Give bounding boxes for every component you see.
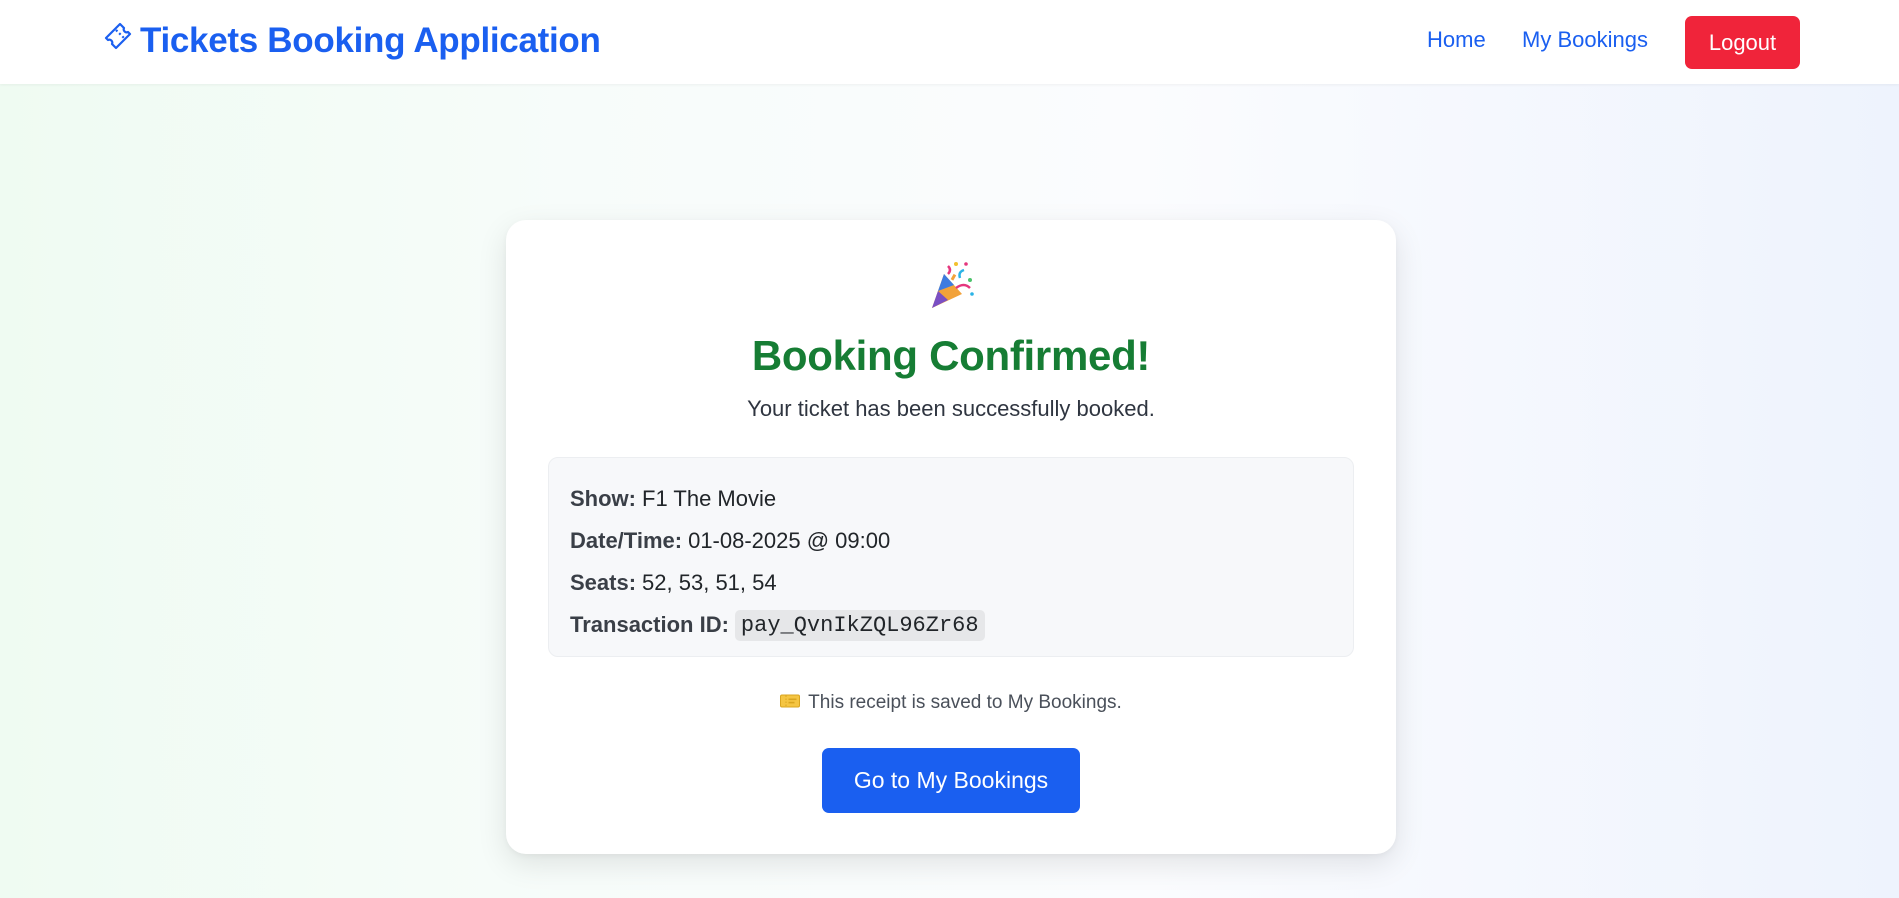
booking-details-box: Show: F1 The Movie Date/Time: 01-08-2025… xyxy=(548,457,1354,657)
detail-seats: Seats: 52, 53, 51, 54 xyxy=(570,562,1332,604)
ticket-emoji-icon xyxy=(780,692,801,714)
seats-label: Seats: xyxy=(570,570,637,595)
detail-show: Show: F1 The Movie xyxy=(570,478,1332,520)
logout-button[interactable]: Logout xyxy=(1685,16,1800,69)
datetime-value: 01-08-2025 @ 09:00 xyxy=(688,528,891,553)
show-label: Show: xyxy=(570,486,636,511)
confirmation-subtitle: Your ticket has been successfully booked… xyxy=(747,396,1155,421)
top-navbar: Tickets Booking Application Home My Book… xyxy=(0,0,1899,84)
show-value: F1 The Movie xyxy=(642,486,777,511)
detail-transaction: Transaction ID: pay_QvnIkZQL96Zr68 xyxy=(570,604,1332,646)
transaction-id-value: pay_QvnIkZQL96Zr68 xyxy=(734,609,985,641)
seats-value: 52, 53, 51, 54 xyxy=(642,570,777,595)
ticket-icon xyxy=(102,20,134,61)
receipt-note: This receipt is saved to My Bookings. xyxy=(506,692,1396,714)
nav-my-bookings-link[interactable]: My Bookings xyxy=(1522,27,1648,53)
nav-home-link[interactable]: Home xyxy=(1427,27,1486,53)
confirmation-title: Booking Confirmed! xyxy=(751,332,1151,379)
go-to-my-bookings-button[interactable]: Go to My Bookings xyxy=(822,748,1080,813)
transaction-label: Transaction ID: xyxy=(570,612,729,637)
receipt-note-text: This receipt is saved to My Bookings. xyxy=(808,692,1122,713)
detail-datetime: Date/Time: 01-08-2025 @ 09:00 xyxy=(570,520,1332,562)
confirmation-card: Booking Confirmed! Your ticket has been … xyxy=(506,220,1396,854)
datetime-label: Date/Time: xyxy=(570,528,683,553)
brand-link[interactable]: Tickets Booking Application xyxy=(102,20,601,61)
brand-title: Tickets Booking Application xyxy=(140,20,601,60)
party-popper-icon xyxy=(506,260,1396,319)
